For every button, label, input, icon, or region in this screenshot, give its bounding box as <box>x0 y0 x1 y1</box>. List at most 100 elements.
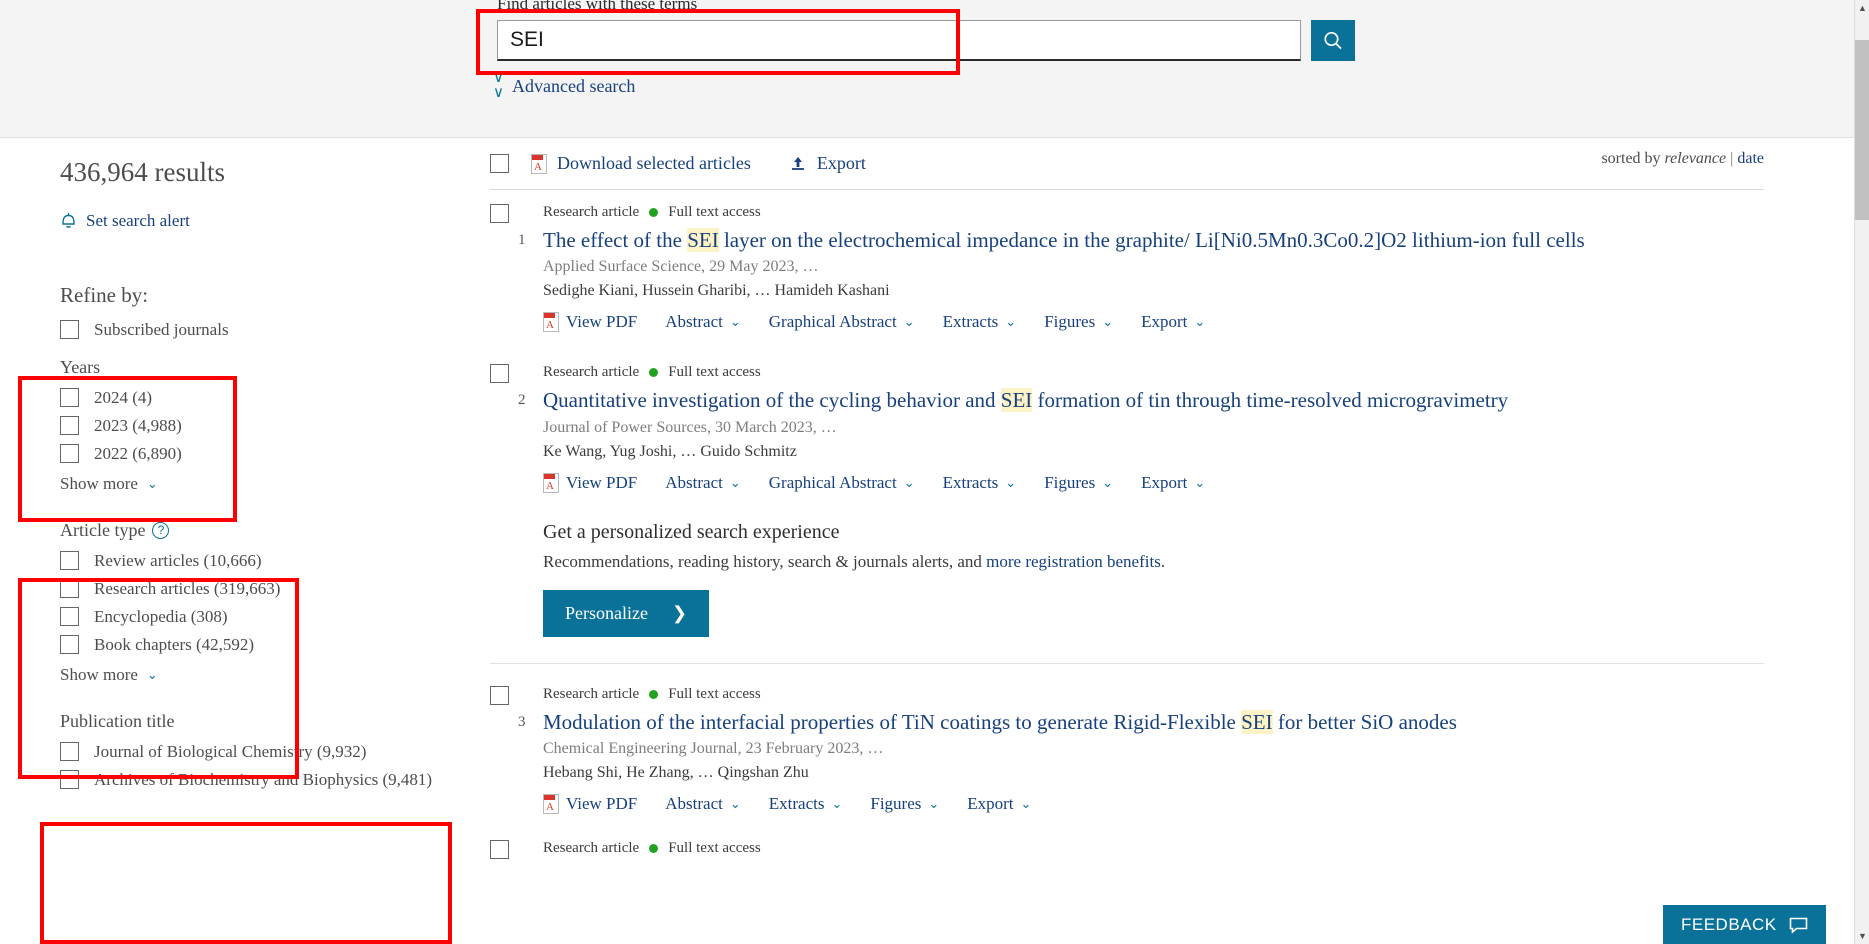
more-registration-benefits-link[interactable]: more registration benefits <box>986 552 1161 571</box>
checkbox[interactable] <box>60 579 79 599</box>
vertical-scrollbar[interactable]: ▲ ▼ <box>1854 0 1869 944</box>
chevron-down-icon: ⌄ <box>903 474 915 490</box>
facet-title: Years <box>60 357 460 378</box>
extracts-toggle[interactable]: Extracts ⌄ <box>943 473 1017 493</box>
facet-option-subscribed-journals[interactable]: Subscribed journals <box>60 316 460 344</box>
export-label: Export <box>967 793 1014 813</box>
promo-title: Get a personalized search experience <box>543 520 840 543</box>
export-toggle[interactable]: Export ⌄ <box>1141 473 1205 493</box>
abstract-toggle[interactable]: Abstract ⌄ <box>665 473 741 493</box>
show-more-years[interactable]: Show more ⌄ <box>60 474 460 494</box>
result-actions: A View PDF Abstract ⌄ Extracts ⌄ Figures… <box>543 793 1764 814</box>
export-toggle[interactable]: Export ⌄ <box>1141 312 1205 332</box>
extracts-toggle[interactable]: Extracts ⌄ <box>943 312 1017 332</box>
view-pdf-link[interactable]: A View PDF <box>543 312 637 333</box>
result-item-1: Research article Full text access 1 The … <box>490 190 1764 340</box>
result-number: 2 <box>518 392 526 409</box>
promo-subtitle-post: . <box>1160 551 1166 571</box>
search-input[interactable] <box>497 20 1301 61</box>
facet-option-2023[interactable]: 2023 (4,988) <box>60 412 460 440</box>
show-more-label: Show more <box>60 664 138 684</box>
result-actions: A View PDF Abstract ⌄ Graphical Abstract… <box>543 472 1764 493</box>
result-checkbox[interactable] <box>490 204 509 223</box>
result-title-highlight: SEI <box>1000 388 1033 413</box>
facet-option-research-articles[interactable]: Research articles (319,663) <box>60 575 460 603</box>
result-title[interactable]: Quantitative investigation of the cyclin… <box>543 387 1764 413</box>
result-type: Research article <box>543 839 640 856</box>
export-label: Export <box>1141 472 1188 492</box>
facet-option-2024[interactable]: 2024 (4) <box>60 384 460 412</box>
result-item-4-partial: Research article Full text access <box>490 822 1764 865</box>
chevron-down-icon: ⌄ <box>928 795 940 811</box>
help-icon[interactable]: ? <box>152 521 170 539</box>
page-root: Find articles with these terms ∨∨ Advanc… <box>0 0 1869 944</box>
result-type: Research article <box>543 685 640 702</box>
search-band: Find articles with these terms ∨∨ Advanc… <box>0 0 1854 138</box>
figures-toggle[interactable]: Figures ⌄ <box>1044 312 1113 332</box>
download-selected-articles-button[interactable]: A Download selected articles <box>531 153 751 174</box>
set-search-alert-button[interactable]: Set search alert <box>60 211 460 231</box>
select-all-checkbox[interactable] <box>490 154 509 173</box>
facet-option-label: Book chapters (42,592) <box>94 634 255 654</box>
abstract-label: Abstract <box>665 793 723 813</box>
result-checkbox[interactable] <box>490 364 509 384</box>
result-title[interactable]: The effect of the SEI layer on the elect… <box>543 227 1764 253</box>
result-checkbox[interactable] <box>490 685 509 705</box>
result-title[interactable]: Modulation of the interfacial properties… <box>543 709 1764 735</box>
result-header: Research article Full text access <box>543 686 1764 703</box>
facet-option-label: Research articles (319,663) <box>94 578 281 598</box>
extracts-toggle[interactable]: Extracts ⌄ <box>769 794 843 814</box>
figures-toggle[interactable]: Figures ⌄ <box>1044 473 1113 493</box>
abstract-toggle[interactable]: Abstract ⌄ <box>665 794 741 814</box>
checkbox[interactable] <box>60 607 79 627</box>
scrollbar-thumb[interactable] <box>1855 40 1869 220</box>
checkbox[interactable] <box>60 388 79 408</box>
checkbox[interactable] <box>60 551 79 571</box>
advanced-search-toggle[interactable]: ∨ ∨ Advanced search <box>493 71 635 101</box>
facet-option-encyclopedia[interactable]: Encyclopedia (308) <box>60 603 460 631</box>
export-toggle[interactable]: Export ⌄ <box>967 794 1031 814</box>
view-pdf-link[interactable]: A View PDF <box>543 472 637 493</box>
personalization-promo: Get a personalized search experience Rec… <box>490 501 1764 664</box>
bell-icon <box>62 213 75 228</box>
checkbox[interactable] <box>60 742 79 762</box>
sort-date-link[interactable]: date <box>1737 150 1764 167</box>
facet-option-review-articles[interactable]: Review articles (10,666) <box>60 547 460 575</box>
facet-option-label: Review articles (10,666) <box>94 550 262 570</box>
abstract-toggle[interactable]: Abstract ⌄ <box>665 312 741 332</box>
scroll-up-arrow-icon[interactable]: ▲ <box>1855 0 1869 16</box>
export-button[interactable]: Export <box>789 153 866 174</box>
graphical-abstract-toggle[interactable]: Graphical Abstract ⌄ <box>769 473 915 493</box>
checkbox[interactable] <box>60 320 79 340</box>
pdf-icon: A <box>543 472 559 493</box>
search-field-label: Find articles with these terms <box>497 0 698 13</box>
show-more-article-type[interactable]: Show more ⌄ <box>60 665 460 685</box>
results-column: A Download selected articles Export sort… <box>490 138 1764 944</box>
facet-option-journal-biological-chemistry[interactable]: Journal of Biological Chemistry (9,932) <box>60 738 460 766</box>
figures-label: Figures <box>1044 312 1096 332</box>
feedback-button[interactable]: FEEDBACK <box>1663 905 1826 944</box>
graphical-abstract-toggle[interactable]: Graphical Abstract ⌄ <box>769 312 915 332</box>
figures-toggle[interactable]: Figures ⌄ <box>870 794 939 814</box>
result-title-pre: Quantitative investigation of the cyclin… <box>543 388 1001 413</box>
sort-relevance-active[interactable]: relevance <box>1665 150 1727 167</box>
result-authors: Hebang Shi, He Zhang, … Qingshan Zhu <box>543 763 809 781</box>
result-source-meta: Journal of Power Sources, 30 March 2023,… <box>543 418 837 436</box>
checkbox[interactable] <box>60 416 79 436</box>
facet-option-2022[interactable]: 2022 (6,890) <box>60 440 460 468</box>
chevron-down-icon: ⌄ <box>1020 795 1032 811</box>
chevron-down-icon: ⌄ <box>1194 474 1206 490</box>
chevron-down-icon: ⌄ <box>1005 314 1017 330</box>
checkbox[interactable] <box>60 444 79 464</box>
search-submit-button[interactable] <box>1311 20 1355 61</box>
personalize-button[interactable]: Personalize ❯ <box>543 589 710 637</box>
view-pdf-link[interactable]: A View PDF <box>543 793 637 814</box>
chevron-down-icon: ⌄ <box>729 795 741 811</box>
facet-option-archives-biochemistry-biophysics[interactable]: Archives of Biochemistry and Biophysics … <box>60 766 460 794</box>
promo-subtitle: Recommendations, reading history, search… <box>543 552 1764 572</box>
scroll-down-arrow-icon[interactable]: ▼ <box>1855 928 1869 944</box>
checkbox[interactable] <box>60 635 79 655</box>
checkbox[interactable] <box>60 770 79 790</box>
result-checkbox[interactable] <box>490 839 509 859</box>
facet-option-book-chapters[interactable]: Book chapters (42,592) <box>60 631 460 659</box>
